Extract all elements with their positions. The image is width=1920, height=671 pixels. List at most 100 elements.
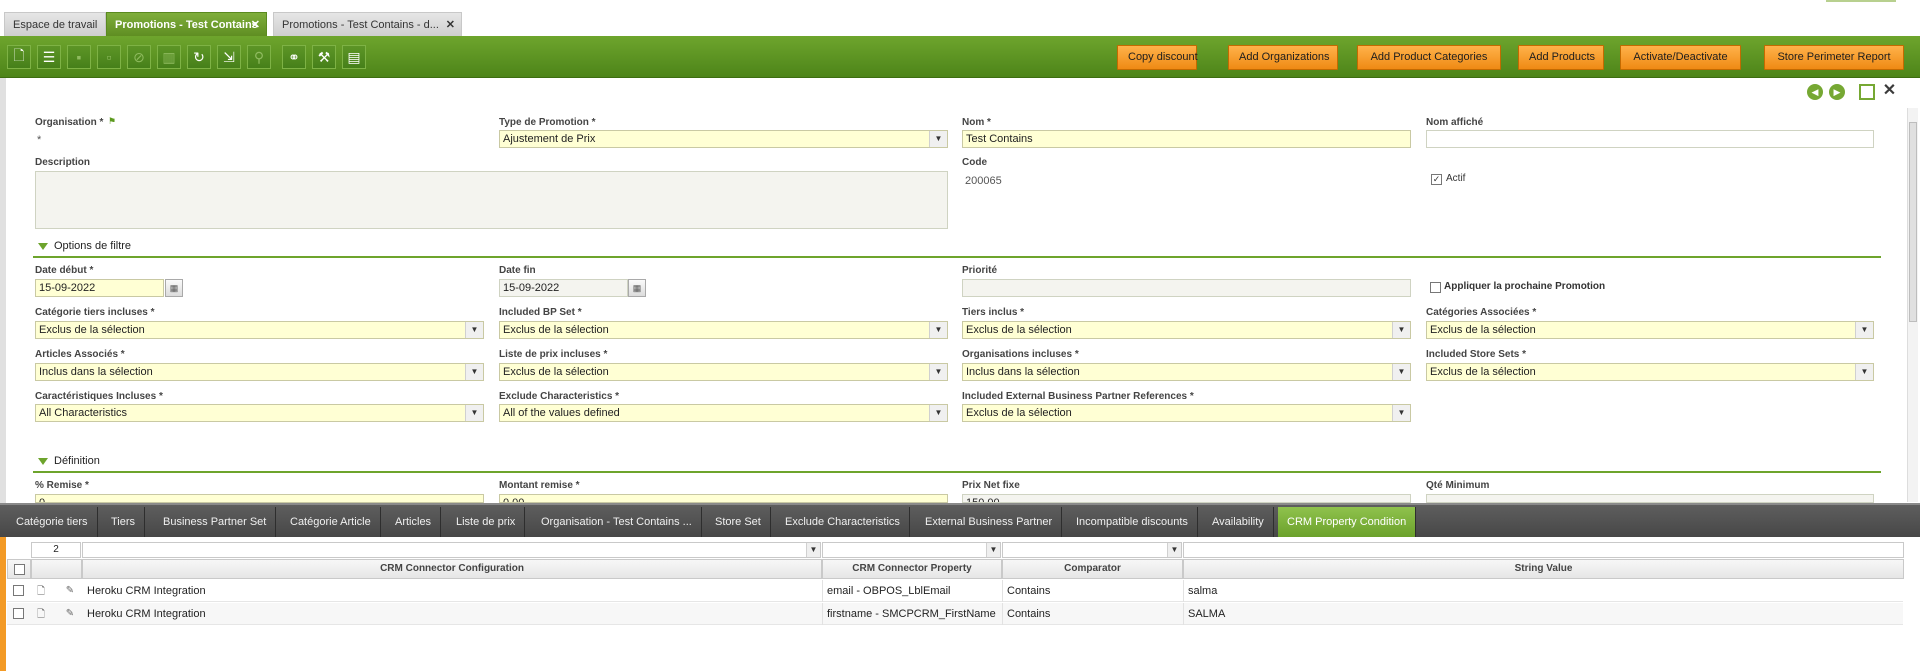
caracteristiques-select[interactable]: All Characteristics ▼ — [35, 404, 484, 422]
subtab-crm-property-condition[interactable]: CRM Property Condition — [1278, 507, 1417, 537]
chevron-down-icon[interactable]: ▼ — [1855, 322, 1873, 338]
organisation-value[interactable]: * — [37, 134, 41, 146]
subtab-incompatible-discounts[interactable]: Incompatible discounts — [1067, 507, 1198, 537]
appliquer-checkbox[interactable] — [1430, 282, 1441, 293]
new-record-icon[interactable]: 🗋 — [7, 45, 31, 69]
attach-icon[interactable]: ⚲ — [247, 45, 271, 69]
chevron-down-icon[interactable]: ▼ — [929, 364, 947, 380]
external-bp-refs-select[interactable]: Exclus de la sélection ▼ — [962, 404, 1411, 422]
row-checkbox[interactable] — [13, 608, 24, 619]
subtab-exclude-characteristics[interactable]: Exclude Characteristics — [776, 507, 910, 537]
description-textarea[interactable] — [35, 171, 948, 229]
type-promotion-select[interactable]: Ajustement de Prix ▼ — [499, 130, 948, 148]
subtab-articles[interactable]: Articles — [386, 507, 442, 537]
articles-associes-select[interactable]: Inclus dans la sélection ▼ — [35, 363, 484, 381]
export-icon[interactable]: ⇲ — [217, 45, 241, 69]
close-tab-icon[interactable]: ✕ — [446, 13, 455, 36]
collapse-triangle-icon[interactable] — [38, 243, 48, 250]
undo-icon[interactable]: ⊘ — [127, 45, 151, 69]
previous-record-icon[interactable]: ◀ — [1807, 84, 1823, 100]
chevron-down-icon[interactable]: ▼ — [1855, 364, 1873, 380]
header-string-value[interactable]: String Value — [1183, 559, 1904, 579]
edit-pencil-icon[interactable]: ✎ — [64, 584, 76, 597]
copy-discount-button[interactable]: Copy discount — [1117, 45, 1198, 70]
section-options-de-filtre[interactable]: Options de filtre — [33, 240, 1881, 258]
save-close-icon[interactable]: ▫ — [97, 45, 121, 69]
subtab-organisation[interactable]: Organisation - Test Contains ... — [532, 507, 702, 537]
exclude-characteristics-select[interactable]: All of the values defined ▼ — [499, 404, 948, 422]
subtab-business-partner-set[interactable]: Business Partner Set — [154, 507, 277, 537]
chevron-down-icon[interactable]: ▼ — [929, 322, 947, 338]
date-fin-field[interactable]: 15-09-2022 — [499, 279, 628, 297]
included-bp-set-select[interactable]: Exclus de la sélection ▼ — [499, 321, 948, 339]
link-icon[interactable]: ⚭ — [282, 45, 306, 69]
calendar-icon[interactable]: ▦ — [165, 279, 183, 297]
table-row[interactable]: 🗋 ✎ Heroku CRM Integration firstname - S… — [7, 603, 1903, 625]
chevron-down-icon[interactable]: ▼ — [465, 405, 483, 421]
edit-pencil-icon[interactable]: ✎ — [64, 607, 76, 620]
collapse-triangle-icon[interactable] — [38, 458, 48, 465]
subtab-store-set[interactable]: Store Set — [706, 507, 771, 537]
categorie-tiers-select[interactable]: Exclus de la sélection ▼ — [35, 321, 484, 339]
liste-prix-select[interactable]: Exclus de la sélection ▼ — [499, 363, 948, 381]
open-form-icon[interactable]: 🗋 — [35, 585, 47, 598]
filter-crm-connector-property[interactable]: ▼ — [822, 542, 1001, 558]
chevron-down-icon[interactable]: ▼ — [929, 405, 947, 421]
audit-icon[interactable]: ⚒ — [312, 45, 336, 69]
tab-workspace[interactable]: Espace de travail — [4, 12, 106, 36]
actif-checkbox[interactable]: ✓ — [1431, 174, 1442, 185]
subtab-liste-de-prix[interactable]: Liste de prix — [447, 507, 526, 537]
nom-affiche-field[interactable] — [1426, 130, 1874, 148]
qte-min-field[interactable] — [1426, 494, 1874, 503]
grid-toggle-icon[interactable]: ▤ — [342, 45, 366, 69]
chevron-down-icon[interactable]: ▼ — [1167, 543, 1181, 557]
add-product-categories-button[interactable]: Add Product Categories — [1357, 45, 1501, 70]
add-organizations-button[interactable]: Add Organizations — [1228, 45, 1338, 70]
form-scrollbar[interactable] — [1907, 108, 1918, 502]
scroll-thumb[interactable] — [1909, 122, 1917, 322]
tab-promotions-detail[interactable]: Promotions - Test Contains - d... ✕ — [273, 12, 462, 36]
subtab-availability[interactable]: Availability — [1203, 507, 1274, 537]
categories-associees-select[interactable]: Exclus de la sélection ▼ — [1426, 321, 1874, 339]
header-comparator[interactable]: Comparator — [1002, 559, 1183, 579]
store-perimeter-report-button[interactable]: Store Perimeter Report — [1764, 45, 1904, 70]
section-definition[interactable]: Définition — [33, 455, 1881, 473]
row-checkbox[interactable] — [13, 585, 24, 596]
table-row[interactable]: 🗋 ✎ Heroku CRM Integration email - OBPOS… — [7, 580, 1903, 602]
chevron-down-icon[interactable]: ▼ — [1392, 322, 1410, 338]
tab-promotions-test-contains[interactable]: Promotions - Test Contains ✕ — [106, 12, 267, 36]
subtab-external-business-partner[interactable]: External Business Partner — [916, 507, 1063, 537]
date-debut-field[interactable]: 15-09-2022 — [35, 279, 164, 297]
prix-net-field[interactable]: 150.00 — [962, 494, 1411, 503]
subtab-categorie-article[interactable]: Catégorie Article — [281, 507, 381, 537]
filter-string-value[interactable] — [1183, 542, 1904, 558]
select-all-checkbox[interactable] — [14, 564, 25, 575]
nom-field[interactable]: Test Contains — [962, 130, 1411, 148]
maximize-icon[interactable] — [1859, 84, 1875, 100]
chevron-down-icon[interactable]: ▼ — [465, 322, 483, 338]
subtab-categorie-tiers[interactable]: Catégorie tiers — [7, 507, 98, 537]
chevron-down-icon[interactable]: ▼ — [806, 543, 820, 557]
delete-icon[interactable]: ▥ — [157, 45, 181, 69]
next-record-icon[interactable]: ▶ — [1829, 84, 1845, 100]
calendar-icon[interactable]: ▦ — [628, 279, 646, 297]
tiers-inclus-select[interactable]: Exclus de la sélection ▼ — [962, 321, 1411, 339]
organisations-incluses-select[interactable]: Inclus dans la sélection ▼ — [962, 363, 1411, 381]
close-tab-icon[interactable]: ✕ — [251, 13, 260, 36]
add-products-button[interactable]: Add Products — [1518, 45, 1604, 70]
store-sets-select[interactable]: Exclus de la sélection ▼ — [1426, 363, 1874, 381]
save-icon[interactable]: ▪ — [67, 45, 91, 69]
chevron-down-icon[interactable]: ▼ — [1392, 405, 1410, 421]
subtab-tiers[interactable]: Tiers — [102, 507, 146, 537]
priorite-field[interactable] — [962, 279, 1411, 297]
new-grid-icon[interactable]: ☰ — [37, 45, 61, 69]
chevron-down-icon[interactable]: ▼ — [1392, 364, 1410, 380]
header-crm-connector-configuration[interactable]: CRM Connector Configuration — [82, 559, 822, 579]
refresh-icon[interactable]: ↻ — [187, 45, 211, 69]
filter-crm-connector-configuration[interactable]: ▼ — [82, 542, 821, 558]
filter-comparator[interactable]: ▼ — [1002, 542, 1182, 558]
remise-field[interactable]: 0 — [35, 494, 484, 503]
close-form-icon[interactable]: ✕ — [1881, 83, 1898, 100]
chevron-down-icon[interactable]: ▼ — [465, 364, 483, 380]
chevron-down-icon[interactable]: ▼ — [929, 131, 947, 147]
